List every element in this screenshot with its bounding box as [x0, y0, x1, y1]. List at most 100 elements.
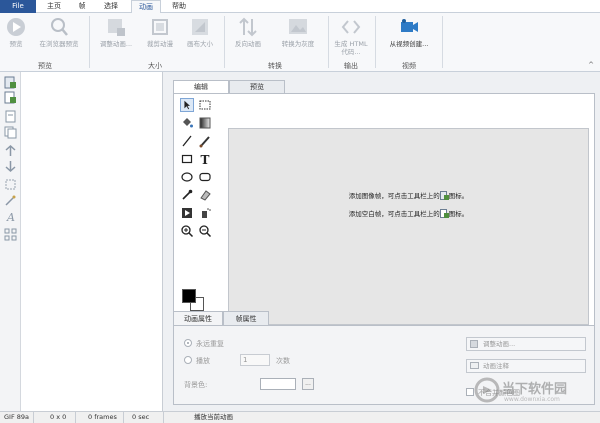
move-down-icon[interactable] [4, 160, 17, 173]
eyedropper-icon[interactable] [180, 188, 194, 202]
from-video-label: 从视频创建... [389, 40, 429, 48]
play-count-radio[interactable] [184, 356, 192, 364]
adjust-animation-label: 调整动画... [99, 40, 133, 48]
group-label-video: 视频 [402, 62, 416, 70]
zoom-out-icon[interactable] [198, 224, 212, 238]
status-message: 播放当前动画 [194, 413, 233, 421]
tab-home[interactable]: 主页 [42, 0, 66, 13]
watermark-url: www.downxia.com [504, 396, 560, 403]
from-video-button[interactable]: 从视频创建... [378, 16, 440, 48]
tab-animation[interactable]: 动画 [131, 0, 161, 14]
reverse-arrows-icon [239, 17, 257, 37]
drawing-canvas[interactable]: 添加图像帧，可点击工具栏上的 图标。 添加空白帧，可点击工具栏上的 图标。 [228, 128, 589, 325]
group-separator [89, 16, 90, 68]
generate-html-button[interactable]: 生成 HTML 代码... [330, 16, 372, 56]
left-toolbar: A [0, 72, 21, 411]
tab-select[interactable]: 选择 [98, 0, 124, 13]
workspace: 编辑 预览 T 添加图像帧，可点击工具栏上的 图标。 添加空白帧，可点击工具栏上… [163, 72, 600, 411]
gradient-icon[interactable] [198, 116, 212, 130]
tab-edit[interactable]: 编辑 [173, 80, 229, 94]
fill-bucket-icon[interactable] [180, 116, 194, 130]
group-separator [224, 16, 225, 68]
rectangle-icon[interactable] [180, 152, 194, 166]
code-brackets-icon [341, 20, 361, 34]
tab-frame-properties[interactable]: 帧属性 [223, 311, 269, 325]
arrow-stamp-icon[interactable] [180, 206, 194, 220]
collapse-ribbon-button[interactable]: ^ [588, 61, 594, 69]
move-up-icon[interactable] [4, 144, 17, 157]
insert-frame-icon[interactable] [4, 110, 17, 123]
resize-icon [192, 19, 208, 35]
tab-file[interactable]: File [0, 0, 36, 13]
grid-icon[interactable] [4, 228, 17, 241]
watermark: 当下软件园 www.downxia.com [470, 375, 595, 409]
text-tool-icon[interactable]: A [4, 210, 17, 223]
bg-color-box[interactable] [260, 378, 296, 390]
generate-html-label-1: 生成 HTML [334, 40, 368, 48]
group-separator [442, 16, 443, 68]
foreground-color-swatch[interactable] [182, 289, 196, 303]
video-camera-icon [401, 19, 418, 32]
ellipse-icon[interactable] [180, 170, 194, 184]
brush-icon[interactable] [198, 134, 212, 148]
group-separator [375, 16, 376, 68]
status-frames: 0 frames [84, 412, 124, 423]
tab-help[interactable]: 帮助 [166, 0, 192, 13]
bg-color-picker-button[interactable]: ... [302, 378, 314, 390]
text-icon[interactable]: T [198, 152, 212, 166]
pointer-icon[interactable] [180, 98, 194, 112]
loop-forever-label: 永远重复 [196, 340, 224, 348]
crop-frame-icon[interactable] [4, 178, 17, 191]
line-icon[interactable] [180, 134, 194, 148]
spray-icon[interactable] [198, 206, 212, 220]
hint-add-blank-text: 添加空白帧，可点击工具栏上的 [348, 210, 440, 218]
canvas-size-button[interactable]: 画布大小 [182, 16, 218, 48]
status-time: 0 sec [128, 412, 164, 423]
generate-html-label-2: 代码... [341, 48, 361, 56]
magnifier-icon [51, 18, 68, 36]
tab-animation-properties[interactable]: 动画属性 [173, 311, 223, 325]
crop-button[interactable]: 裁剪动漫 [142, 16, 178, 48]
zoom-in-icon[interactable] [180, 224, 194, 238]
watermark-logo-icon [474, 377, 500, 403]
add-blank-frame-icon [439, 209, 449, 218]
frame-list-panel[interactable] [21, 72, 163, 411]
tab-preview[interactable]: 预览 [229, 80, 285, 93]
reverse-animation-button[interactable]: 反向动画 [228, 16, 268, 48]
loop-forever-radio[interactable] [184, 339, 192, 347]
magic-wand-icon[interactable] [4, 194, 17, 207]
adjust-animation-panel-button[interactable]: 调整动画... [466, 337, 586, 351]
times-label: 次数 [276, 357, 290, 365]
play-count-input[interactable]: 1 [240, 354, 270, 366]
eraser-icon[interactable] [198, 188, 212, 202]
tab-frame[interactable]: 帧 [72, 0, 92, 13]
image-icon [289, 19, 307, 34]
preview-button-label: 预览 [9, 40, 23, 48]
hint-add-image-text: 添加图像帧，可点击工具栏上的 [348, 192, 440, 200]
status-format: GIF 89a [0, 412, 34, 423]
group-separator [328, 16, 329, 68]
preview-button[interactable]: 预览 [2, 16, 30, 48]
rect-select-icon[interactable] [198, 98, 212, 112]
add-image-icon [439, 191, 449, 200]
browser-preview-button[interactable]: 在浏览器预览 [32, 16, 86, 48]
rounded-rect-icon[interactable] [198, 170, 212, 184]
adjust-animation-button[interactable]: 调整动画... [92, 16, 140, 48]
crop-icon [152, 19, 168, 35]
hint-add-blank: 添加空白帧，可点击工具栏上的 图标。 [229, 208, 588, 218]
play-label: 播放 [196, 357, 210, 365]
status-size: 0 x 0 [46, 412, 76, 423]
film-settings-icon [108, 19, 125, 36]
film-settings-icon [470, 340, 478, 348]
bg-color-label: 背景色: [184, 381, 208, 389]
grayscale-button[interactable]: 转换为灰度 [272, 16, 324, 48]
duplicate-frame-icon[interactable] [4, 126, 17, 139]
watermark-text: 当下软件园 [502, 382, 568, 397]
add-blank-frame-icon[interactable] [4, 91, 17, 104]
add-image-icon[interactable] [4, 76, 17, 89]
reverse-animation-label: 反向动画 [235, 40, 261, 48]
ribbon-tab-bar: File 主页 帧 选择 动画 帮助 [0, 0, 600, 14]
animation-comment-button[interactable]: 动画注释 [466, 359, 586, 373]
adjust-animation-panel-label: 调整动画... [483, 340, 516, 348]
group-label-output: 输出 [344, 62, 358, 70]
